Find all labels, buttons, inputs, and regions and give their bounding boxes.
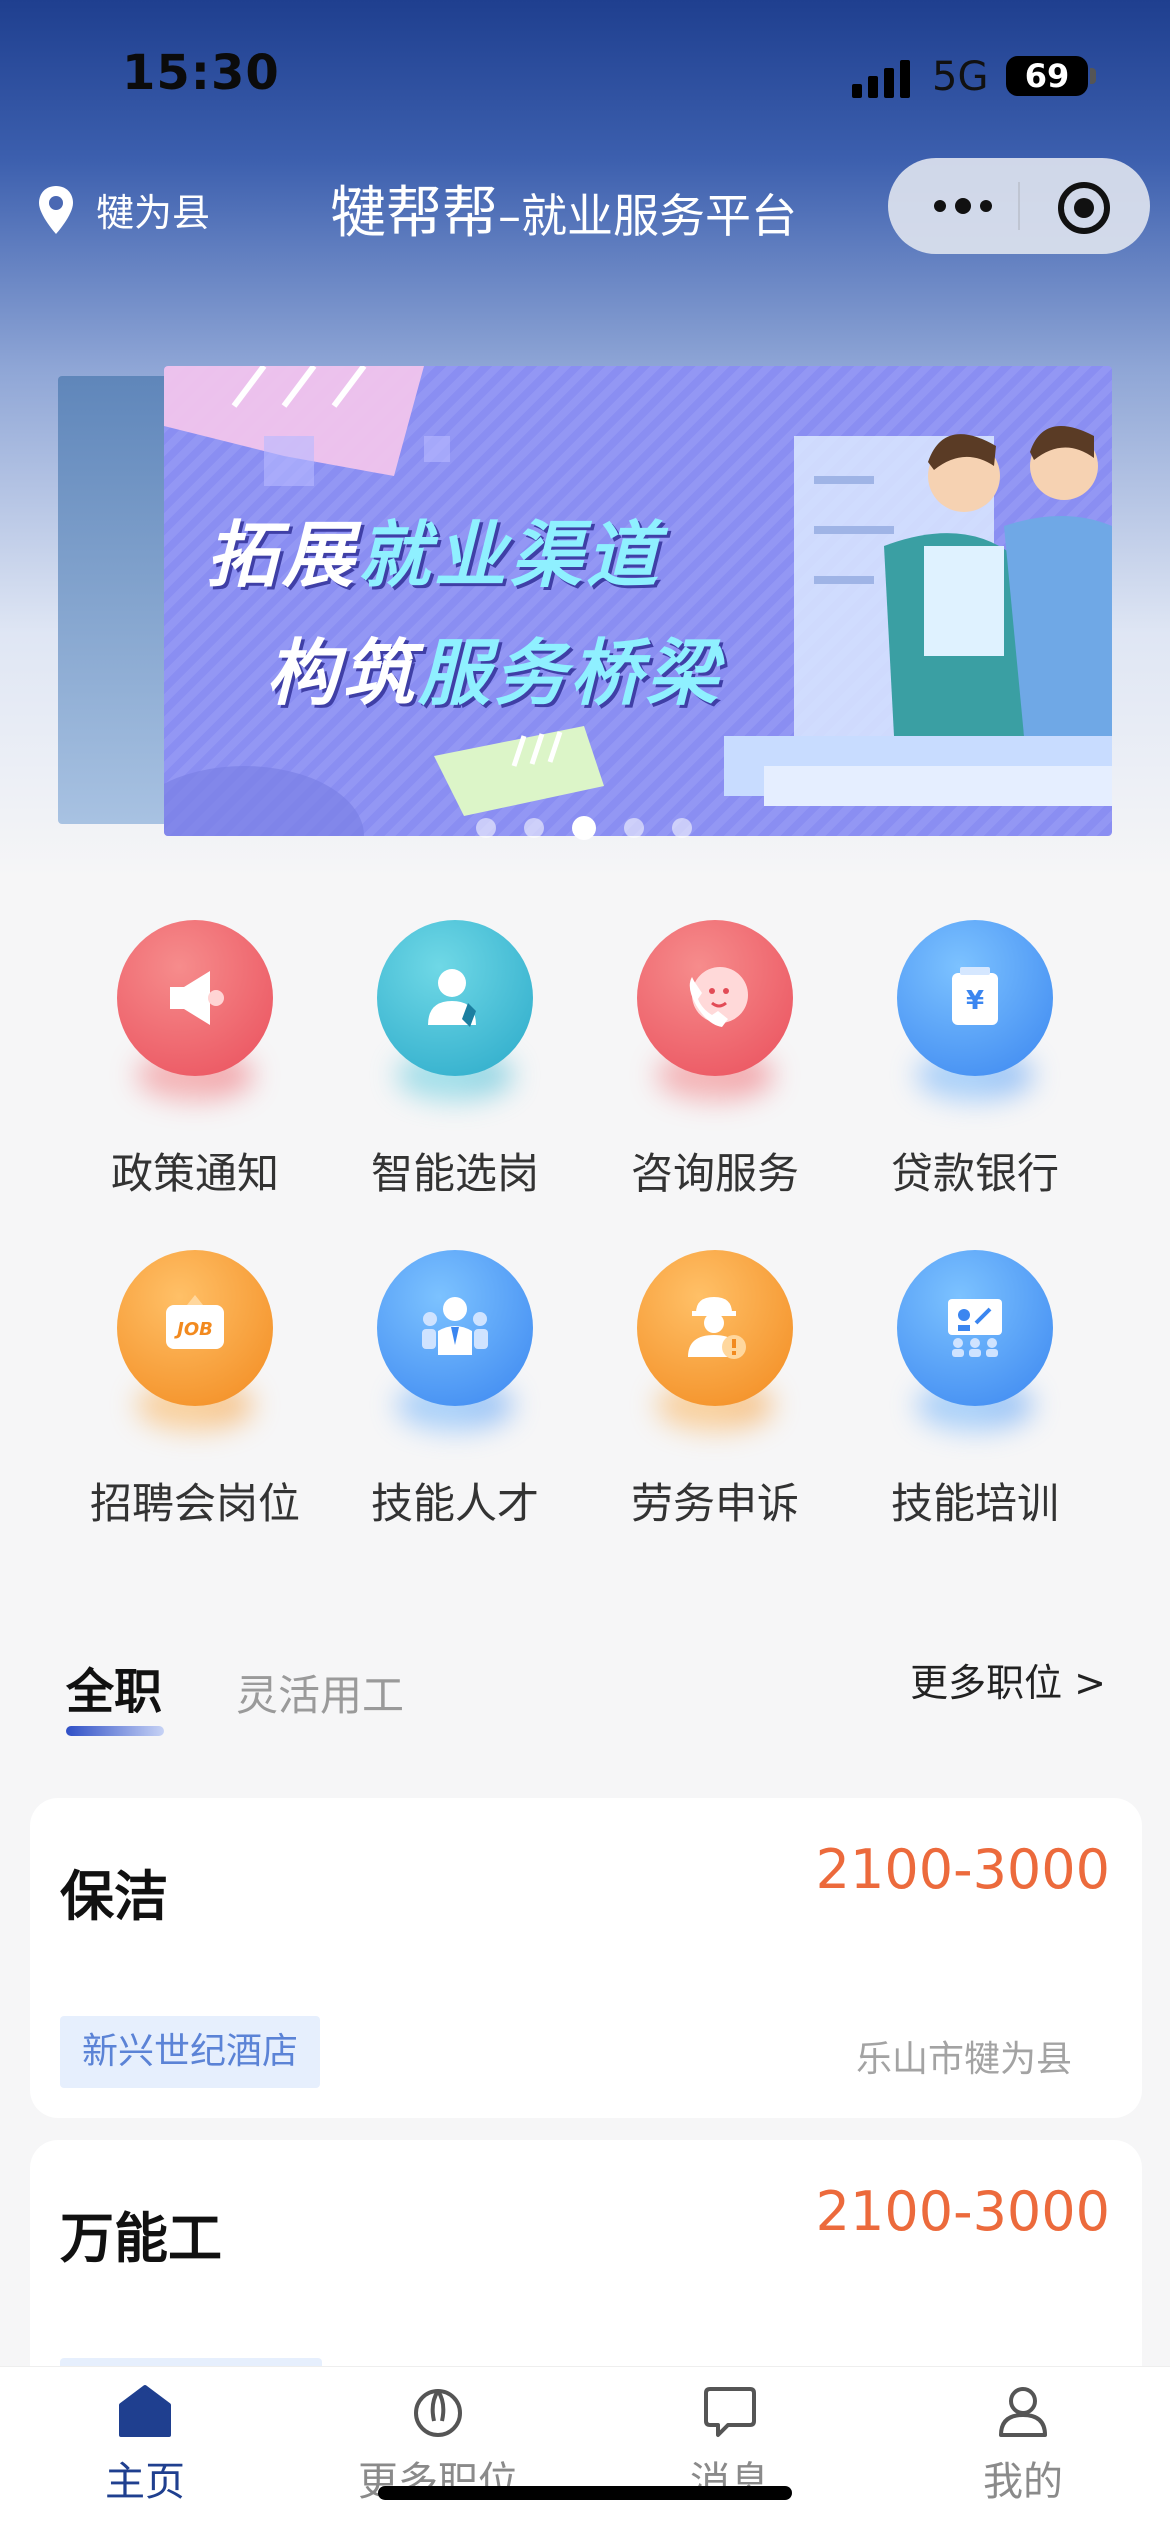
service-job-fair[interactable]: JOB 招聘会岗位 bbox=[65, 1250, 325, 1531]
job-type-tabs: 全职 灵活用工 更多职位 > bbox=[66, 1652, 1106, 1742]
service-skill-training[interactable]: 技能培训 bbox=[845, 1250, 1105, 1531]
location-selector[interactable]: 犍为县 bbox=[36, 182, 210, 237]
yuan-box-icon: ¥ bbox=[897, 920, 1053, 1076]
banner-line1-b: 就业渠道 bbox=[358, 513, 663, 597]
carousel-dot[interactable] bbox=[476, 818, 496, 838]
megaphone-icon bbox=[117, 920, 273, 1076]
target-icon[interactable] bbox=[1056, 180, 1112, 236]
service-smart-job[interactable]: 智能选岗 bbox=[325, 920, 585, 1201]
status-time: 15:30 bbox=[122, 45, 280, 101]
banner-carousel[interactable]: 拓展就业渠道 构筑服务桥梁 bbox=[164, 366, 1112, 836]
message-icon bbox=[704, 2387, 756, 2437]
battery-cap bbox=[1090, 68, 1096, 84]
profile-icon bbox=[999, 2387, 1047, 2437]
mini-program-capsule bbox=[888, 158, 1150, 254]
carousel-dot[interactable] bbox=[672, 818, 692, 838]
tab-full-time[interactable]: 全职 bbox=[66, 1652, 162, 1722]
signal-icon bbox=[852, 58, 912, 98]
company-tag: 新兴世纪酒店 bbox=[60, 2016, 321, 2088]
location-pin-icon bbox=[39, 185, 73, 234]
banner-line2-b: 服务桥梁 bbox=[418, 631, 723, 715]
banner-line1: 拓展就业渠道 bbox=[206, 496, 662, 601]
job-salary: 2100-3000 bbox=[815, 1838, 1110, 1901]
app-subtitle: –就业服务平台 bbox=[498, 189, 797, 243]
job-title: 保洁 bbox=[60, 1865, 168, 1928]
service-skilled-talent[interactable]: 技能人才 bbox=[325, 1250, 585, 1531]
carousel-dot[interactable] bbox=[624, 818, 644, 838]
service-label: 技能人才 bbox=[370, 1479, 539, 1528]
tabbar-home[interactable]: 主页 bbox=[45, 2381, 245, 2507]
carousel-dot[interactable] bbox=[524, 818, 544, 838]
job-sign-icon: JOB bbox=[117, 1250, 273, 1406]
service-labor-complaint[interactable]: 劳务申诉 bbox=[585, 1250, 845, 1531]
person-tie-icon bbox=[377, 920, 533, 1076]
page-title: 犍帮帮–就业服务平台 bbox=[330, 168, 797, 249]
banner-line2: 构筑服务桥梁 bbox=[266, 614, 722, 719]
banner-line1-a: 拓展 bbox=[206, 513, 359, 597]
service-consulting[interactable]: 咨询服务 bbox=[585, 920, 845, 1201]
training-board-icon bbox=[897, 1250, 1053, 1406]
carousel-dot-active[interactable] bbox=[572, 816, 596, 840]
talent-group-icon bbox=[377, 1250, 533, 1406]
tab-flexible-work[interactable]: 灵活用工 bbox=[236, 1662, 404, 1723]
home-indicator bbox=[378, 2486, 792, 2500]
bottom-tab-bar: 主页 更多职位 消息 我的 bbox=[0, 2366, 1170, 2532]
banner-illustration bbox=[164, 366, 1112, 836]
capsule-divider bbox=[1018, 182, 1020, 230]
carousel-indicator bbox=[476, 816, 692, 840]
home-icon bbox=[119, 2385, 171, 2437]
location-label: 犍为县 bbox=[96, 191, 211, 235]
phone-chat-icon bbox=[637, 920, 793, 1076]
job-location: 乐山市犍为县 bbox=[855, 2039, 1072, 2080]
jobs-icon bbox=[414, 2389, 462, 2437]
worker-alert-icon bbox=[637, 1250, 793, 1406]
tab-active-indicator bbox=[66, 1726, 164, 1736]
job-card[interactable]: 保洁 2100-3000 新兴世纪酒店 乐山市犍为县 bbox=[30, 1798, 1142, 2118]
svg-text:¥: ¥ bbox=[966, 986, 984, 1016]
job-salary: 2100-3000 bbox=[815, 2180, 1110, 2243]
service-label: 技能培训 bbox=[890, 1479, 1059, 1528]
battery-icon: 69 bbox=[1006, 56, 1088, 96]
tabbar-profile[interactable]: 我的 bbox=[923, 2381, 1123, 2507]
svg-text:JOB: JOB bbox=[174, 1319, 213, 1340]
service-label: 贷款银行 bbox=[890, 1149, 1059, 1198]
service-loan-bank[interactable]: ¥ 贷款银行 bbox=[845, 920, 1105, 1201]
service-label: 劳务申诉 bbox=[630, 1479, 799, 1528]
more-jobs-link[interactable]: 更多职位 > bbox=[910, 1652, 1106, 1707]
network-label: 5G bbox=[932, 54, 989, 100]
service-label: 咨询服务 bbox=[630, 1149, 799, 1198]
service-label: 智能选岗 bbox=[370, 1149, 539, 1198]
service-label: 政策通知 bbox=[110, 1149, 279, 1198]
status-bar: 15:30 5G 69 bbox=[0, 0, 1170, 150]
banner-line2-a: 构筑 bbox=[266, 631, 419, 715]
tabbar-label: 主页 bbox=[105, 2459, 185, 2505]
banner-previous-slide[interactable] bbox=[58, 376, 168, 824]
app-name: 犍帮帮 bbox=[330, 181, 498, 246]
service-policy-notice[interactable]: 政策通知 bbox=[65, 920, 325, 1201]
tabbar-label: 我的 bbox=[983, 2459, 1063, 2505]
more-dots-icon[interactable] bbox=[928, 188, 998, 224]
job-title: 万能工 bbox=[60, 2207, 222, 2270]
service-label: 招聘会岗位 bbox=[89, 1479, 300, 1528]
